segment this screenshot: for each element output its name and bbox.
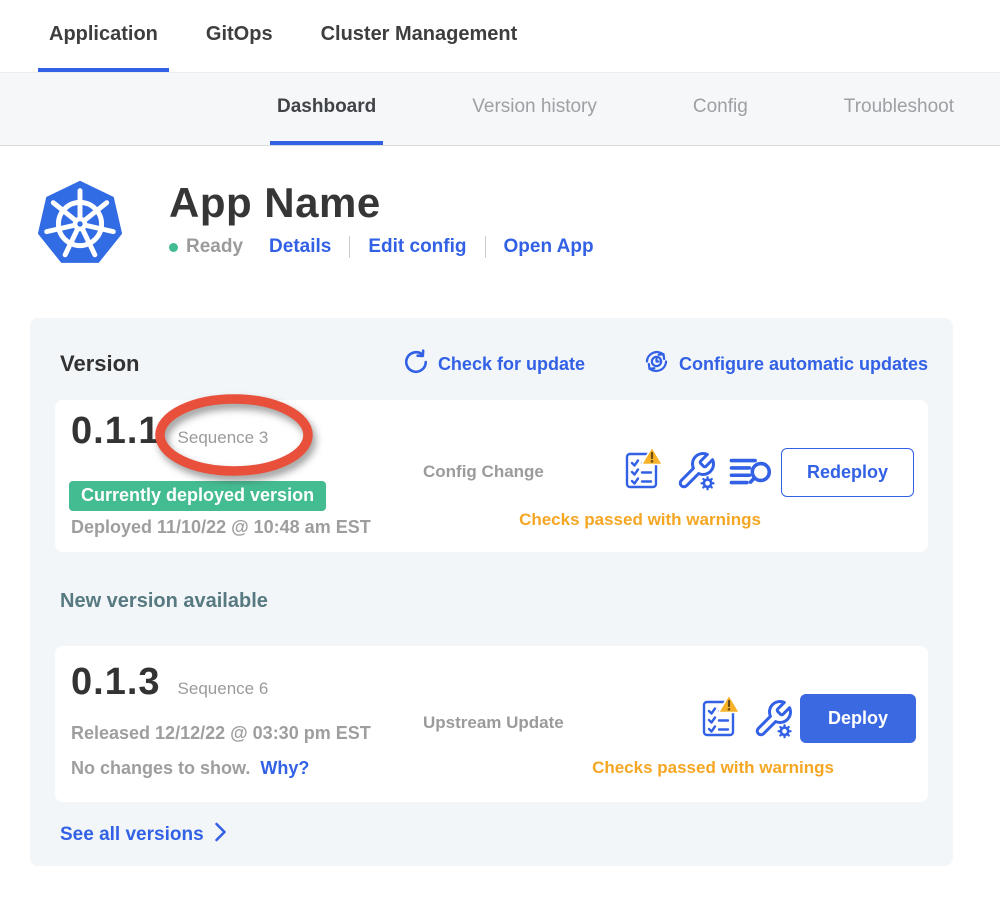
why-link[interactable]: Why? xyxy=(260,758,309,778)
kubernetes-logo-icon xyxy=(35,178,125,270)
released-timestamp: Released 12/12/22 @ 03:30 pm EST xyxy=(71,723,371,744)
refresh-icon xyxy=(403,349,438,380)
current-version-card: 0.1.1 Sequence 3 Currently deployed vers… xyxy=(55,400,928,552)
no-changes-label: No changes to show. xyxy=(71,758,250,778)
configure-automatic-updates-label: Configure automatic updates xyxy=(679,354,928,375)
status-text: Ready xyxy=(186,236,243,258)
see-all-versions-link[interactable]: See all versions xyxy=(60,821,227,849)
check-for-update-label: Check for update xyxy=(438,354,585,375)
deployed-timestamp: Deployed 11/10/22 @ 10:48 am EST xyxy=(71,517,371,538)
tab-config[interactable]: Config xyxy=(686,73,755,145)
version-panel-title: Version xyxy=(60,351,139,377)
preflight-checks-warning-icon[interactable] xyxy=(623,446,663,497)
app-sub-nav: Dashboard Version history Config Trouble… xyxy=(0,72,1000,146)
tab-version-history[interactable]: Version history xyxy=(465,73,604,145)
chevron-right-icon xyxy=(204,821,227,849)
configure-automatic-updates-link[interactable]: Configure automatic updates xyxy=(643,348,928,380)
new-version-heading: New version available xyxy=(60,590,928,613)
current-checks-status: Checks passed with warnings xyxy=(475,510,805,530)
current-version-number: 0.1.1 xyxy=(71,410,161,453)
config-wrench-icon[interactable] xyxy=(675,450,717,497)
app-name-title: App Name xyxy=(169,180,598,226)
tab-troubleshoot[interactable]: Troubleshoot xyxy=(837,73,961,145)
available-checks-status: Checks passed with warnings xyxy=(548,758,878,778)
available-version-sequence: Sequence 6 xyxy=(178,679,269,699)
top-nav-cluster-management[interactable]: Cluster Management xyxy=(310,0,529,72)
currently-deployed-badge: Currently deployed version xyxy=(69,481,326,511)
config-wrench-icon[interactable] xyxy=(752,698,794,745)
available-version-number: 0.1.3 xyxy=(71,661,161,704)
see-all-versions-label: See all versions xyxy=(60,824,204,846)
check-for-update-link[interactable]: Check for update xyxy=(403,349,585,380)
divider xyxy=(349,236,350,258)
open-app-link[interactable]: Open App xyxy=(504,236,594,258)
preflight-checks-warning-icon[interactable] xyxy=(700,694,740,745)
redeploy-button[interactable]: Redeploy xyxy=(781,448,914,497)
available-version-card: 0.1.3 Sequence 6 Released 12/12/22 @ 03:… xyxy=(55,646,928,802)
top-nav: Application GitOps Cluster Management xyxy=(0,0,1000,72)
schedule-update-icon xyxy=(643,348,679,380)
current-version-source: Config Change xyxy=(423,462,544,482)
status-dot xyxy=(169,243,178,252)
deploy-button[interactable]: Deploy xyxy=(800,694,916,743)
view-diff-icon[interactable] xyxy=(729,452,773,497)
divider xyxy=(485,236,486,258)
current-version-sequence: Sequence 3 xyxy=(178,428,269,448)
edit-config-link[interactable]: Edit config xyxy=(368,236,466,258)
app-header: App Name Ready Details Edit config Open … xyxy=(35,178,1000,270)
version-panel: Version Check for update xyxy=(30,318,953,866)
available-version-source: Upstream Update xyxy=(423,713,564,733)
top-nav-gitops[interactable]: GitOps xyxy=(195,0,284,72)
tab-dashboard[interactable]: Dashboard xyxy=(270,73,383,145)
details-link[interactable]: Details xyxy=(269,236,331,258)
no-changes-text: No changes to show. Why? xyxy=(71,758,309,779)
top-nav-application[interactable]: Application xyxy=(38,0,169,72)
